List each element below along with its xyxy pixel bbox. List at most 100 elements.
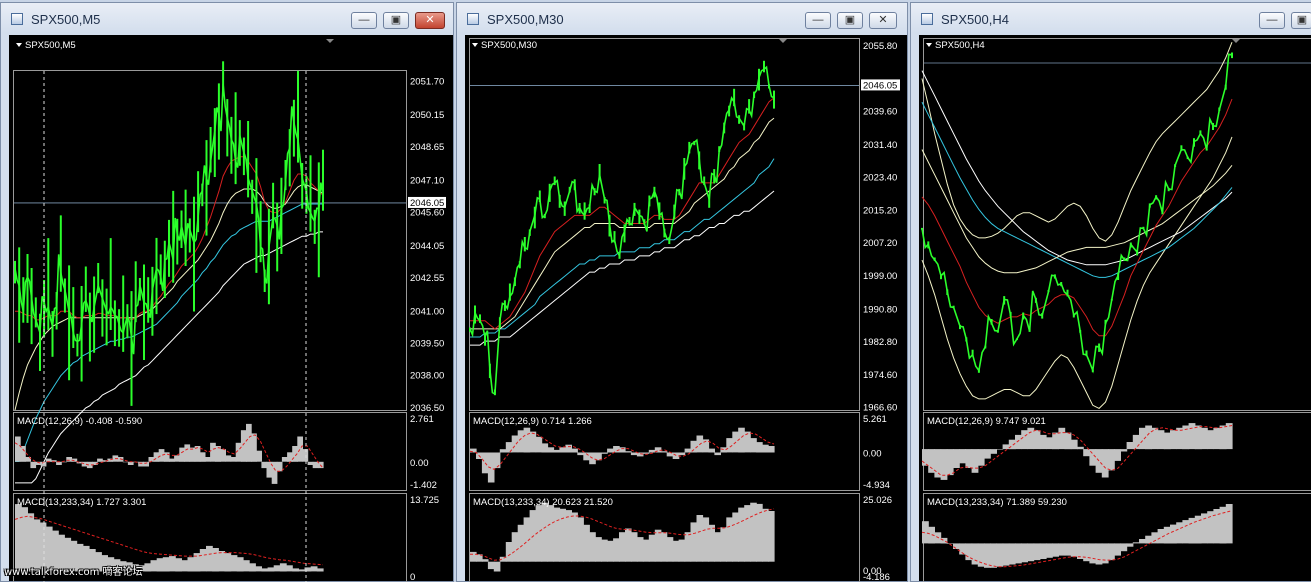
macd2-histogram-bar — [744, 505, 751, 562]
macd1-histogram-bar — [619, 447, 626, 453]
current-price-label: 2046.05 — [410, 198, 444, 209]
macd1-histogram-bar — [553, 449, 561, 453]
window-titlebar[interactable]: SPX500,M30 — ▣ ✕ — [457, 3, 907, 35]
macd1-histogram-bar — [66, 457, 72, 462]
macd2-histogram-bar — [199, 549, 207, 572]
shift-marker-icon — [326, 39, 334, 43]
chart-window-m30[interactable]: SPX500,M30 — ▣ ✕ 2055.802046.052039.6020… — [456, 2, 908, 582]
macd1-histogram-bar — [1064, 432, 1072, 450]
macd1-histogram-bar — [1201, 427, 1208, 450]
macd1-histogram-bar — [1225, 423, 1233, 450]
moving-average-fast — [470, 97, 775, 330]
window-titlebar[interactable]: SPX500,M5 — ▣ ✕ — [1, 3, 453, 35]
macd2-histogram-bar — [678, 539, 686, 562]
maximize-icon[interactable]: ▣ — [1291, 12, 1311, 29]
chart-canvas[interactable]: SPX500,H4 MACD(12,26,9) 9.747 9.021 MACD(1… — [919, 35, 1311, 582]
macd2-histogram-bar — [1182, 520, 1190, 544]
macd2-histogram-bar — [481, 559, 489, 562]
close-icon[interactable]: ✕ — [415, 12, 445, 29]
price-axis-tick: 1966.60 — [863, 403, 897, 414]
macd2-histogram-bar — [726, 517, 733, 562]
close-icon[interactable]: ✕ — [869, 12, 897, 29]
macd2-histogram-bar — [965, 543, 973, 561]
macd2-histogram-bar — [720, 527, 727, 562]
macd2-histogram-bar — [762, 508, 769, 562]
price-axis-tick: 2045.60 — [410, 208, 444, 219]
macd1-histogram-bar — [1039, 434, 1047, 450]
macd2-histogram-bar — [702, 517, 710, 562]
macd2-histogram-bar — [150, 560, 158, 572]
macd2-histogram-bar — [15, 504, 22, 572]
macd2-histogram-bar — [493, 561, 501, 572]
chart-area[interactable]: 2055.80 2046.05 2039.60 2031.40 2023.40 2015.… — [465, 35, 907, 582]
macd1-histogram-bar — [738, 427, 745, 453]
macd2-label: MACD(13,233,34) 20.623 21.520 — [473, 497, 613, 508]
macd1-histogram-bar — [1077, 446, 1084, 450]
macd1-histogram-bar — [210, 442, 216, 462]
macd1-histogram-bar — [1052, 432, 1059, 450]
macd1-histogram-bar — [1188, 423, 1196, 450]
macd1-histogram-bar — [189, 447, 196, 462]
macd2-histogram-bar — [1095, 543, 1103, 565]
price-axis-tick: 2042.55 — [410, 273, 444, 284]
macd1-histogram-bar — [276, 461, 283, 472]
chart-window-m5[interactable]: SPX500,M5 — ▣ ✕ 2051.70 2050.15 2048.65 204… — [0, 2, 454, 582]
macd1-histogram-bar — [601, 452, 608, 454]
macd2-histogram-bar — [1132, 542, 1140, 544]
macd1-histogram-bar — [246, 423, 252, 462]
macd1-histogram-bar — [138, 461, 144, 467]
macd2-histogram-bar — [316, 568, 324, 572]
macd2-histogram-bar — [595, 537, 602, 562]
macd2-histogram-bar — [940, 537, 948, 544]
macd1-histogram-bar — [565, 444, 572, 453]
chart-canvas[interactable]: 2051.70 2050.15 2048.65 2047.10 2045.60 2044.… — [9, 35, 446, 582]
main-pane-border — [13, 70, 407, 411]
minimize-icon[interactable]: — — [805, 12, 831, 29]
price-axis-tick: 1990.80 — [863, 304, 897, 315]
maximize-icon[interactable]: ▣ — [383, 12, 409, 29]
macd2-histogram-bar — [162, 557, 170, 572]
macd2-histogram-bar — [971, 543, 979, 565]
moving-average-slow — [921, 149, 1233, 274]
macd1-histogram-bar — [122, 461, 129, 463]
macd1-histogram-bar — [750, 438, 757, 453]
chart-area[interactable]: SPX500,H4 MACD(12,26,9) 9.747 9.021 MACD(1… — [919, 35, 1311, 582]
current-price-label: 2046.05 — [863, 80, 897, 91]
maximize-icon[interactable]: ▣ — [837, 12, 863, 29]
watermark: www.talkforex.com 嘀客论坛 — [4, 567, 143, 578]
macd1-histogram-bar — [535, 436, 543, 453]
macd1-histogram-bar — [1083, 449, 1090, 457]
macd2-histogram-bar — [1046, 543, 1053, 558]
moving-average-fast — [921, 98, 1233, 337]
macd1-histogram-bar — [762, 444, 769, 453]
chart-area[interactable]: 2051.70 2050.15 2048.65 2047.10 2045.60 2044.… — [9, 35, 453, 582]
macd1-histogram-bar — [493, 452, 501, 469]
macd1-histogram-bar — [1015, 434, 1022, 450]
macd2-histogram-bar — [1064, 543, 1072, 556]
chart-window-h4[interactable]: SPX500,H4 — ▣ SPX500,H4 MACD(12,26,9) 9.7… — [910, 2, 1311, 582]
price-axis-tick: 2031.40 — [863, 140, 897, 151]
macd2-histogram-bar — [511, 532, 519, 562]
macd1-histogram-bar — [1101, 449, 1109, 478]
chart-canvas[interactable]: 2055.80 2046.05 2039.60 2031.40 2023.40 2015.… — [465, 35, 900, 582]
macd1-histogram-bar — [953, 449, 960, 468]
macd2-histogram-bar — [768, 511, 775, 562]
macd2-histogram-bar — [630, 532, 638, 562]
macd2-histogram-bar — [583, 524, 590, 562]
macd1-histogram-bar — [143, 461, 149, 467]
macd1-histogram-bar — [225, 455, 232, 462]
macd1-histogram-bar — [1132, 434, 1140, 450]
macd2-label: MACD(13,233,34) 1.727 3.301 — [17, 497, 146, 508]
dropdown-triangle-icon — [472, 43, 478, 47]
macd2-histogram-bar — [571, 512, 578, 562]
window-titlebar[interactable]: SPX500,H4 — ▣ — [911, 3, 1311, 35]
minimize-icon[interactable]: — — [351, 12, 377, 29]
macd1-histogram-bar — [251, 433, 257, 462]
macd2-histogram-bar — [1201, 513, 1208, 544]
minimize-icon[interactable]: — — [1259, 12, 1285, 29]
macd1-histogram-bar — [607, 448, 614, 453]
macd2-histogram-bar — [487, 561, 495, 570]
macd2-histogram-bar — [1021, 543, 1028, 563]
macd1-histogram-bar — [971, 449, 979, 473]
macd1-histogram-bar — [684, 448, 692, 453]
